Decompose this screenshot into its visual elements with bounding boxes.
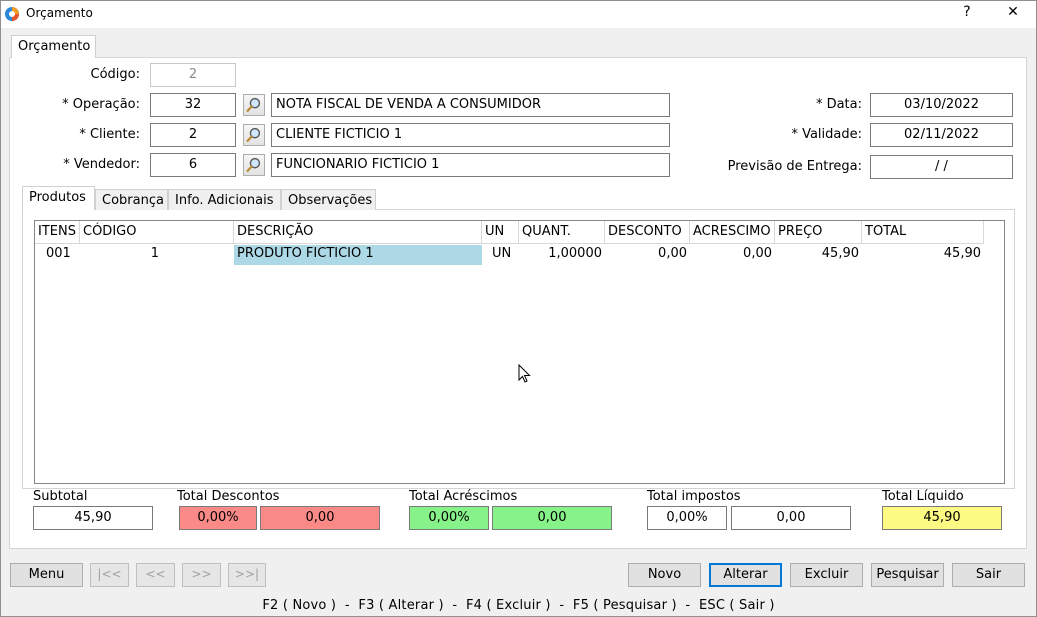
tab-produtos[interactable]: Produtos	[22, 186, 95, 210]
novo-button[interactable]: Novo	[628, 563, 701, 587]
magnifier-icon[interactable]	[243, 94, 265, 116]
sair-button[interactable]: Sair	[952, 563, 1025, 587]
help-button[interactable]: ?	[955, 4, 979, 20]
descontos-percent: 0,00%	[179, 506, 257, 530]
cliente-description: CLIENTE FICTICIO 1	[271, 123, 670, 147]
data-label: * Data:	[815, 97, 862, 112]
codigo-field: 2	[150, 63, 236, 87]
cell-acrescimo[interactable]: 0,00	[690, 245, 775, 265]
menu-button[interactable]: Menu	[10, 563, 83, 587]
impostos-percent: 0,00%	[647, 506, 727, 530]
next-record-button[interactable]: >>	[182, 563, 221, 587]
validade-field[interactable]: 02/11/2022	[870, 123, 1013, 147]
mouse-pointer-icon	[518, 364, 531, 383]
liquido-field: 45,90	[882, 506, 1002, 530]
descontos-label: Total Descontos	[177, 489, 280, 504]
first-record-button[interactable]: |<<	[90, 563, 129, 587]
vendedor-description: FUNCIONARIO FICTICIO 1	[271, 153, 670, 177]
column-header[interactable]: DESCONTO	[605, 221, 690, 244]
column-header[interactable]: TOTAL	[862, 221, 984, 244]
column-header[interactable]: ACRESCIMO	[690, 221, 775, 244]
data-field[interactable]: 03/10/2022	[870, 93, 1013, 117]
cell-itens[interactable]: 001	[43, 245, 83, 265]
column-header[interactable]: ITENS	[35, 221, 80, 244]
alterar-button[interactable]: Alterar	[709, 563, 782, 587]
validade-label: * Validade:	[791, 127, 862, 142]
impostos-value: 0,00	[731, 506, 851, 530]
subtotal-field: 45,90	[33, 506, 153, 530]
impostos-label: Total impostos	[647, 489, 741, 504]
cell-codigo[interactable]: 1	[80, 245, 162, 265]
liquido-label: Total Líquido	[882, 489, 964, 504]
shortcut-status-bar: F2 ( Novo ) - F3 ( Alterar ) - F4 ( Excl…	[262, 598, 775, 613]
tab-info-adicionais[interactable]: Info. Adicionais	[168, 189, 281, 210]
acrescimos-label: Total Acréscimos	[409, 489, 518, 504]
column-header[interactable]: UN	[482, 221, 519, 244]
descontos-value: 0,00	[260, 506, 380, 530]
magnifier-icon[interactable]	[243, 154, 265, 176]
column-header[interactable]: PREÇO	[775, 221, 862, 244]
acrescimos-percent: 0,00%	[409, 506, 489, 530]
title-bar	[0, 0, 1037, 28]
cell-total[interactable]: 45,90	[862, 245, 984, 265]
tab-orcamento[interactable]: Orçamento	[11, 35, 96, 58]
cell-descricao[interactable]: PRODUTO FICTICIO 1	[234, 245, 482, 265]
operacao-field[interactable]: 32	[150, 93, 236, 117]
cell-preco[interactable]: 45,90	[775, 245, 862, 265]
vendedor-label: * Vendedor:	[63, 157, 140, 172]
window-title: Orçamento	[26, 6, 93, 20]
tab-observacoes[interactable]: Observações	[281, 189, 376, 210]
magnifier-icon[interactable]	[243, 124, 265, 146]
operacao-description: NOTA FISCAL DE VENDA A CONSUMIDOR	[271, 93, 670, 117]
column-header[interactable]: CÓDIGO	[80, 221, 234, 244]
excluir-button[interactable]: Excluir	[790, 563, 863, 587]
previsao-field[interactable]: / /	[870, 155, 1013, 179]
cliente-field[interactable]: 2	[150, 123, 236, 147]
subtotal-label: Subtotal	[33, 489, 88, 504]
last-record-button[interactable]: >>|	[228, 563, 266, 587]
previsao-label: Previsão de Entrega:	[727, 159, 862, 174]
cell-un[interactable]: UN	[489, 245, 519, 265]
cell-quant[interactable]: 1,00000	[519, 245, 605, 265]
products-grid[interactable]: ITENS CÓDIGO DESCRIÇÃO UN QUANT. DESCONT…	[34, 220, 1005, 484]
acrescimos-value: 0,00	[492, 506, 612, 530]
app-logo-icon	[5, 7, 19, 21]
vendedor-field[interactable]: 6	[150, 153, 236, 177]
cliente-label: * Cliente:	[79, 127, 140, 142]
close-button[interactable]: ✕	[1001, 4, 1025, 20]
cell-desconto[interactable]: 0,00	[605, 245, 690, 265]
codigo-label: Código:	[90, 67, 140, 82]
tab-cobranca[interactable]: Cobrança	[95, 189, 168, 210]
column-header[interactable]: DESCRIÇÃO	[234, 221, 482, 244]
previous-record-button[interactable]: <<	[136, 563, 175, 587]
column-header[interactable]: QUANT.	[519, 221, 605, 244]
pesquisar-button[interactable]: Pesquisar	[871, 563, 944, 587]
operacao-label: * Operação:	[62, 97, 140, 112]
